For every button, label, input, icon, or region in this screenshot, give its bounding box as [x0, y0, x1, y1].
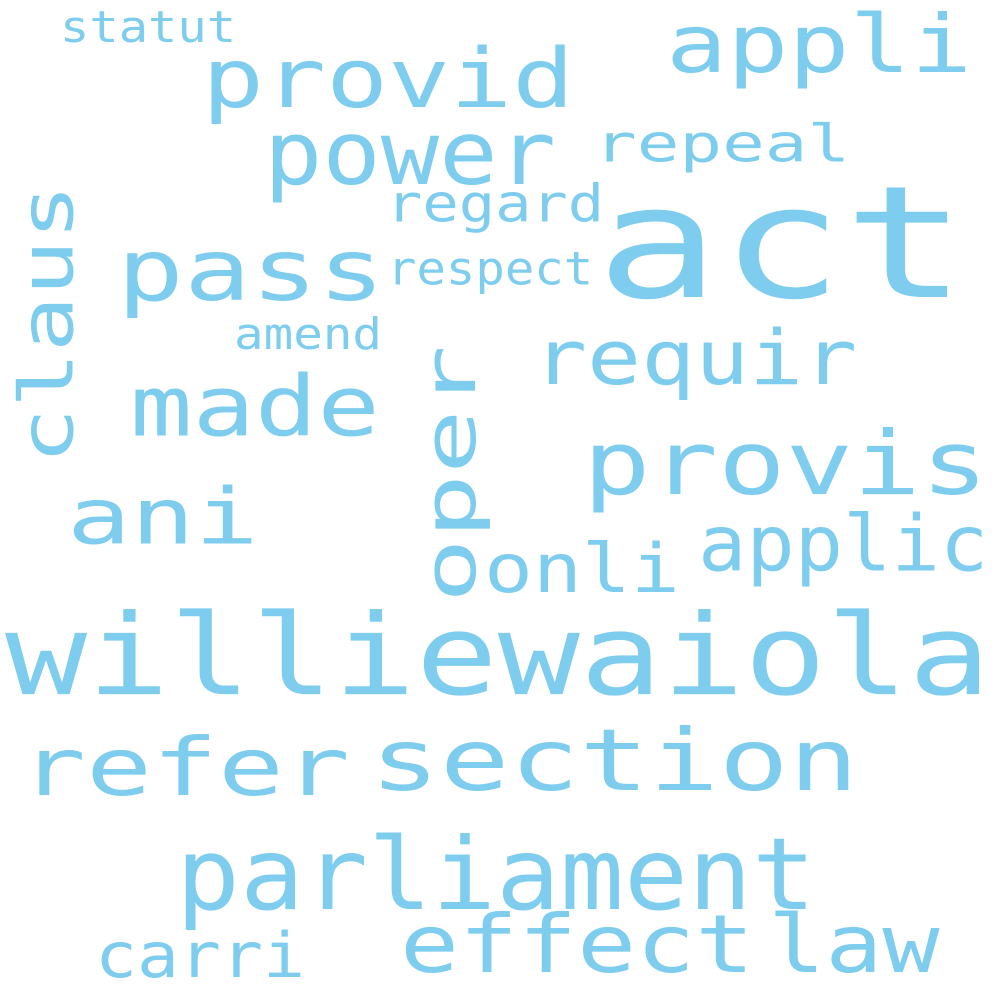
word-provis: provis	[583, 412, 989, 516]
word-made: made	[130, 357, 380, 456]
word-law: law	[768, 897, 940, 992]
word-pass: pass	[117, 220, 385, 321]
word-oper: oper	[407, 345, 492, 603]
word-act: act	[596, 151, 968, 335]
word-respect: respect	[387, 241, 594, 296]
word-amend: amend	[234, 308, 383, 360]
word-carri: carri	[95, 919, 306, 992]
word-effect: effect	[400, 897, 755, 992]
word-williewaiola: williewaiola	[5, 589, 991, 721]
word-appli: appli	[666, 0, 973, 92]
word-applic: applic	[698, 497, 989, 590]
word-claus: claus	[3, 183, 90, 465]
word-section: section	[370, 710, 859, 811]
word-refer: refer	[20, 720, 351, 815]
word-cloud: statut provid appli power repeal regard …	[0, 0, 1000, 1000]
word-requir: requir	[533, 313, 858, 403]
word-regard: regard	[386, 173, 605, 235]
word-ani: ani	[67, 470, 259, 563]
